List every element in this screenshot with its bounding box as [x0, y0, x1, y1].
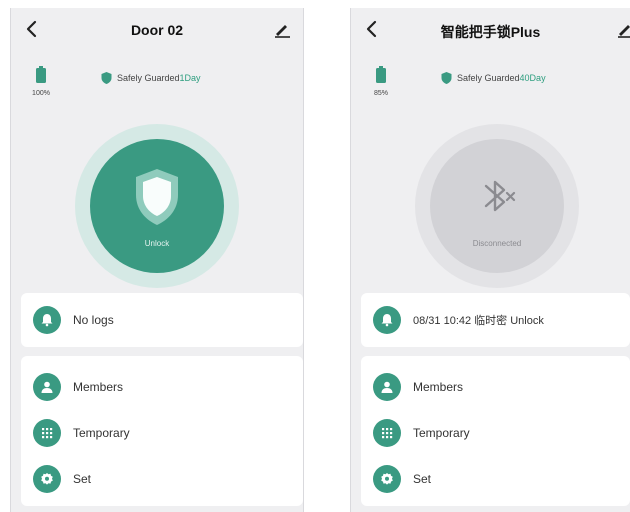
menu-card: Members Temporary Set	[361, 356, 630, 506]
keypad-icon	[33, 419, 61, 447]
edit-button[interactable]	[614, 18, 630, 40]
battery-status: 85%	[366, 66, 396, 97]
battery-icon	[36, 66, 46, 83]
gear-icon	[373, 465, 401, 493]
battery-percentage: 85%	[373, 90, 388, 97]
page-title: Door 02	[130, 22, 184, 38]
log-row[interactable]: 08/31 10:42 临时密 Unlock	[373, 305, 620, 335]
menu-item-set[interactable]: Set	[373, 464, 620, 494]
battery-status: 100%	[26, 66, 56, 97]
menu-item-temporary[interactable]: Temporary	[33, 418, 293, 448]
bluetooth-off-icon	[484, 180, 516, 212]
menu-item-label: Temporary	[73, 426, 130, 440]
menu-item-temporary[interactable]: Temporary	[373, 418, 620, 448]
guard-status: Safely Guarded40Day	[441, 72, 546, 84]
unlock-circle[interactable]: Unlock	[90, 139, 224, 273]
keypad-icon	[373, 419, 401, 447]
battery-icon	[376, 66, 386, 83]
disconnected-label: Disconnected	[472, 239, 522, 248]
menu-item-label: Members	[73, 380, 124, 394]
guard-text: Safely Guarded1Day	[117, 73, 201, 83]
log-text: 08/31 10:42 临时密 Unlock	[413, 315, 544, 327]
disconnected-circle[interactable]: Disconnected	[430, 139, 564, 273]
pencil-icon	[618, 25, 630, 38]
connect-button[interactable]: Disconnected	[415, 124, 579, 288]
menu-card: Members Temporary Set	[21, 356, 303, 506]
header: 智能把手锁Plus	[351, 8, 630, 52]
menu-item-label: Members	[413, 380, 464, 394]
edit-button[interactable]	[271, 18, 293, 40]
shield-check-icon	[101, 72, 112, 84]
menu-item-set[interactable]: Set	[33, 464, 293, 494]
log-card[interactable]: 08/31 10:42 临时密 Unlock	[361, 293, 630, 347]
gear-icon	[33, 465, 61, 493]
log-text: No logs	[73, 313, 114, 327]
phone-screen-door-02: Door 02 100% Safely Guarded1Day Unlock N…	[10, 8, 304, 512]
pencil-icon	[275, 25, 290, 38]
page-title: 智能把手锁Plus	[440, 24, 541, 40]
shield-icon	[136, 169, 178, 225]
log-card[interactable]: No logs	[21, 293, 303, 347]
guard-days: 1Day	[179, 73, 201, 83]
bell-icon	[33, 306, 61, 334]
phone-screen-handle-lock: 智能把手锁Plus 85% Safely Guarded40Day Discon…	[350, 8, 630, 512]
menu-item-members[interactable]: Members	[33, 372, 293, 402]
guard-days: 40Day	[519, 73, 546, 83]
guard-text: Safely Guarded40Day	[457, 73, 546, 83]
log-row[interactable]: No logs	[33, 305, 293, 335]
unlock-label: Unlock	[144, 239, 170, 248]
header: Door 02	[11, 8, 303, 52]
guard-status: Safely Guarded1Day	[101, 72, 201, 84]
menu-item-members[interactable]: Members	[373, 372, 620, 402]
menu-item-label: Temporary	[413, 426, 470, 440]
person-icon	[33, 373, 61, 401]
person-icon	[373, 373, 401, 401]
bell-icon	[373, 306, 401, 334]
battery-percentage: 100%	[32, 90, 50, 97]
menu-item-label: Set	[73, 472, 92, 486]
shield-check-icon	[441, 72, 452, 84]
menu-item-label: Set	[413, 472, 432, 486]
unlock-button[interactable]: Unlock	[75, 124, 239, 288]
